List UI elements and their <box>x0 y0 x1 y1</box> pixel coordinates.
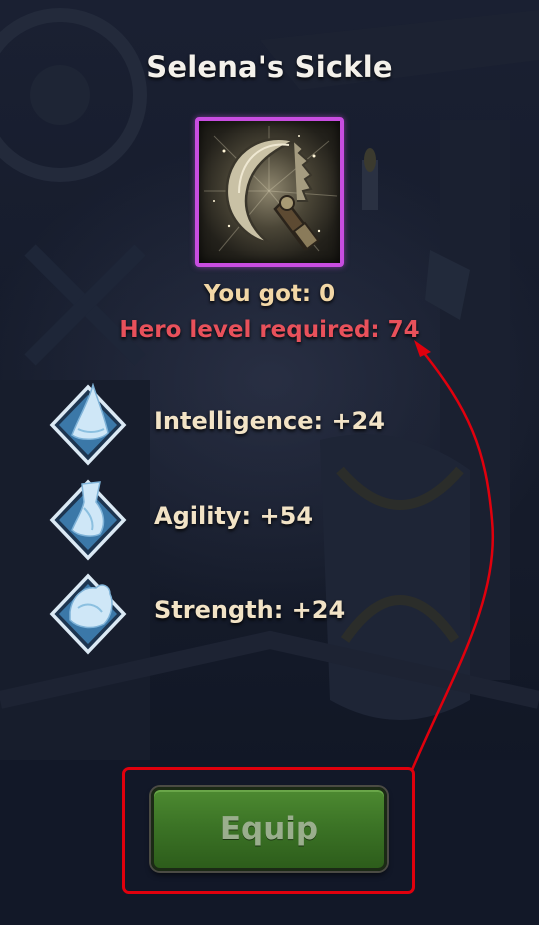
you-got-count: You got: 0 <box>203 281 336 307</box>
stat-row-strength: Strength: +24 <box>48 572 488 656</box>
hero-level-required: Hero level required: 74 <box>119 317 420 343</box>
agility-icon <box>48 478 128 562</box>
strength-icon <box>48 572 128 656</box>
stat-text-intelligence: Intelligence: +24 <box>154 407 385 435</box>
stat-text-strength: Strength: +24 <box>154 596 346 624</box>
item-portrait <box>195 117 344 267</box>
stat-row-intelligence: Intelligence: +24 <box>48 383 488 467</box>
stat-text-agility: Agility: +54 <box>154 502 314 530</box>
item-title: Selena's Sickle <box>146 50 393 84</box>
highlight-box <box>122 767 415 894</box>
sickle-icon <box>204 126 338 252</box>
intelligence-icon <box>48 383 128 467</box>
item-info-screen: Selena's Sickle You got: 0 Hero level re… <box>0 0 539 925</box>
stat-row-agility: Agility: +54 <box>48 478 488 562</box>
